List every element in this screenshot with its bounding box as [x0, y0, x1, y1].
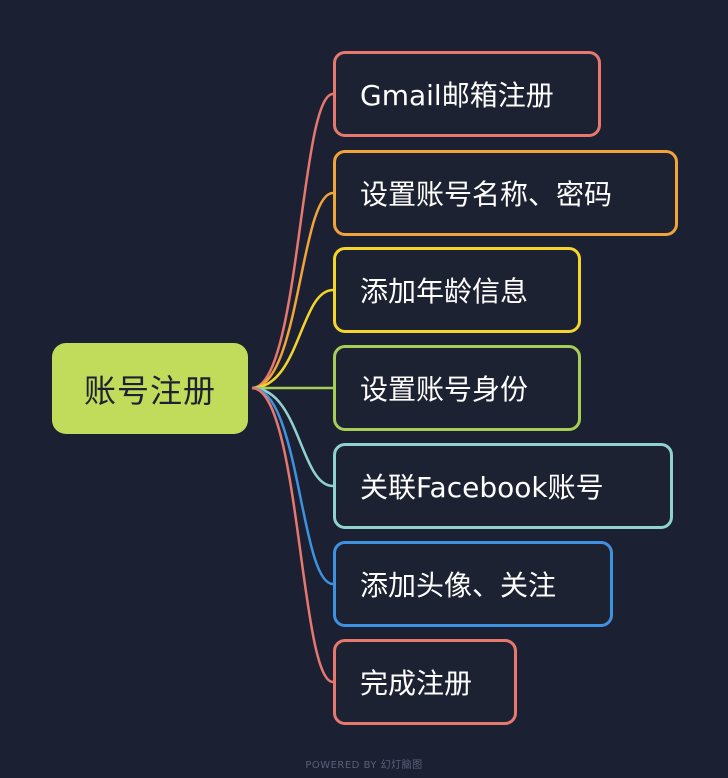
node-label: 关联Facebook账号	[360, 471, 604, 504]
connector-gmail	[251, 92, 334, 390]
root-node-account-registration[interactable]: 账号注册	[52, 343, 248, 434]
powered-by-footer: POWERED BY 幻灯脑图	[0, 756, 728, 771]
node-label: Gmail邮箱注册	[360, 79, 554, 112]
node-link-facebook[interactable]: 关联Facebook账号	[333, 443, 673, 529]
node-label: 设置账号身份	[360, 373, 529, 406]
node-set-name-password[interactable]: 设置账号名称、密码	[333, 150, 678, 236]
node-label: 完成注册	[360, 667, 473, 700]
node-label: 添加头像、关注	[360, 569, 557, 602]
footer-text: POWERED BY 幻灯脑图	[305, 760, 423, 771]
node-set-account-identity[interactable]: 设置账号身份	[333, 345, 581, 431]
node-complete-registration[interactable]: 完成注册	[333, 639, 517, 725]
connector-complete	[251, 386, 334, 684]
node-label: 添加年龄信息	[360, 275, 529, 308]
mindmap-canvas: 账号注册 Gmail邮箱注册 设置账号名称、密码 添加年龄信息 设置账号身份 关…	[0, 0, 728, 778]
connector-facebook	[251, 386, 334, 488]
node-label: 设置账号名称、密码	[360, 178, 613, 211]
connector-avatar-follow	[251, 386, 334, 586]
node-add-age-info[interactable]: 添加年龄信息	[333, 247, 581, 333]
connector-age	[251, 288, 334, 390]
node-add-avatar-follow[interactable]: 添加头像、关注	[333, 541, 613, 627]
connector-name-password	[251, 191, 334, 390]
node-gmail-registration[interactable]: Gmail邮箱注册	[333, 51, 601, 137]
root-node-label: 账号注册	[83, 371, 216, 410]
